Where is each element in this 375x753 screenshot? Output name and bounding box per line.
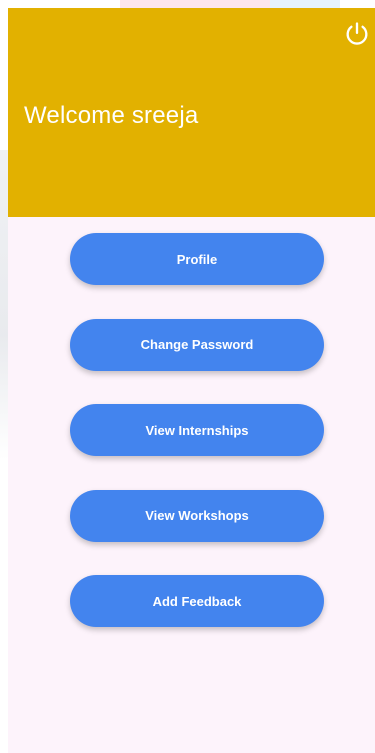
view-workshops-button[interactable]: View Workshops xyxy=(70,489,324,542)
background-edge-top xyxy=(120,0,270,8)
power-icon[interactable] xyxy=(343,20,371,48)
app-screen: Welcome sreeja Profile Change Password V… xyxy=(8,8,375,753)
header: Welcome sreeja xyxy=(8,8,375,217)
profile-button[interactable]: Profile xyxy=(70,233,324,285)
view-internships-button[interactable]: View Internships xyxy=(70,404,324,456)
welcome-title: Welcome sreeja xyxy=(24,102,199,129)
screen: Welcome sreeja Profile Change Password V… xyxy=(0,0,375,753)
change-password-button[interactable]: Change Password xyxy=(70,318,324,371)
add-feedback-button[interactable]: Add Feedback xyxy=(70,575,324,627)
background-edge-top-right xyxy=(270,0,340,8)
menu-list: Profile Change Password View Internships… xyxy=(70,233,324,661)
